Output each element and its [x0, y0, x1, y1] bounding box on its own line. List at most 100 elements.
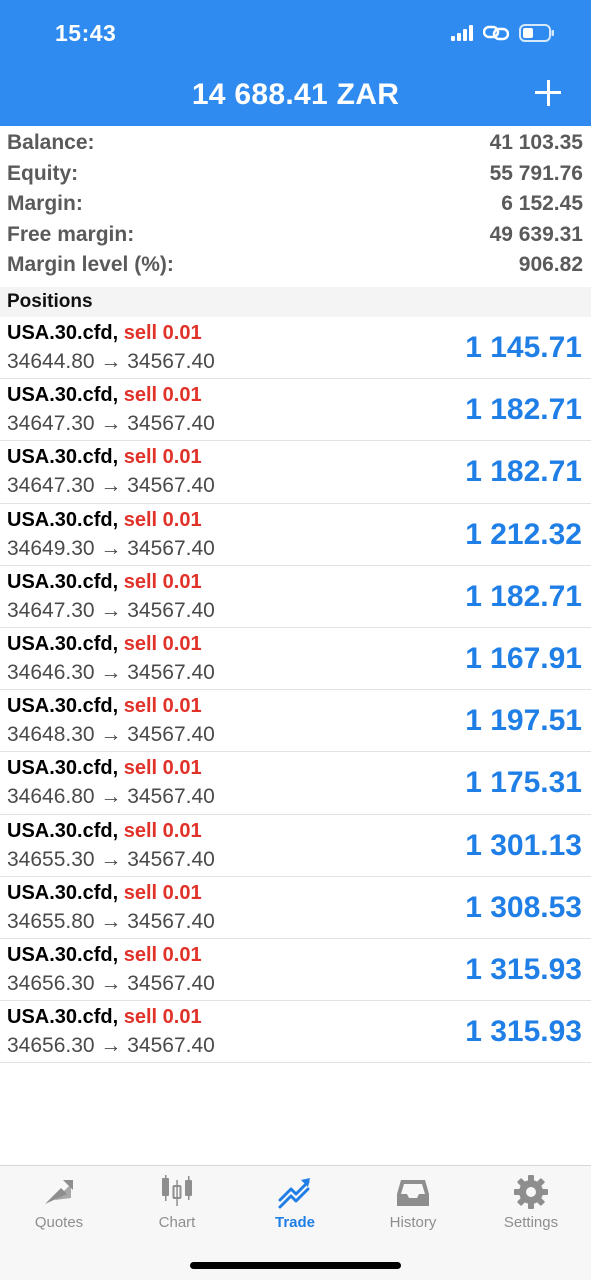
position-side: sell 0.01: [123, 695, 202, 718]
position-profit: 1 308.53: [465, 890, 582, 924]
position-profit: 1 197.51: [465, 704, 582, 738]
position-side: sell 0.01: [123, 632, 202, 655]
position-symbol: USA.30.cfd,: [7, 695, 119, 718]
position-profit: 1 182.71: [465, 455, 582, 489]
top-bar: 15:43 14 688.41 ZAR: [0, 0, 591, 126]
position-row[interactable]: USA.30.cfd, sell 0.01 34655.30 → 34567.4…: [0, 815, 591, 877]
summary-label: Equity:: [7, 161, 79, 185]
settings-icon: [514, 1175, 548, 1209]
tab-settings[interactable]: Settings: [472, 1166, 590, 1246]
position-symbol: USA.30.cfd,: [7, 446, 119, 469]
position-row[interactable]: USA.30.cfd, sell 0.01 34649.30 → 34567.4…: [0, 504, 591, 566]
battery-icon: [519, 24, 554, 42]
quotes-icon: [45, 1180, 73, 1204]
positions-list: USA.30.cfd, sell 0.01 34644.80 → 34567.4…: [0, 317, 591, 1064]
position-symbol: USA.30.cfd,: [7, 881, 119, 904]
position-symbol: USA.30.cfd,: [7, 508, 119, 531]
position-profit: 1 212.32: [465, 517, 582, 551]
position-prices: 34656.30 → 34567.40: [7, 1034, 215, 1058]
position-symbol: USA.30.cfd,: [7, 757, 119, 780]
chart-icon: [162, 1175, 192, 1206]
position-symbol: USA.30.cfd,: [7, 632, 119, 655]
position-prices: 34649.30 → 34567.40: [7, 536, 215, 560]
signal-icon: [451, 25, 473, 41]
position-row[interactable]: USA.30.cfd, sell 0.01 34647.30 → 34567.4…: [0, 566, 591, 628]
position-prices: 34646.30 → 34567.40: [7, 660, 215, 684]
position-side: sell 0.01: [123, 570, 202, 593]
link-icon: [483, 25, 509, 41]
position-symbol: USA.30.cfd,: [7, 384, 119, 407]
position-row[interactable]: USA.30.cfd, sell 0.01 34648.30 → 34567.4…: [0, 690, 591, 753]
position-side: sell 0.01: [123, 508, 202, 531]
positions-header: Positions: [0, 287, 591, 317]
summary-value: 906.82: [518, 253, 583, 277]
position-prices: 34646.80 → 34567.40: [7, 785, 215, 809]
summary-margin-level: Margin level (%): 906.82: [0, 250, 591, 281]
position-side: sell 0.01: [123, 943, 202, 966]
position-row[interactable]: USA.30.cfd, sell 0.01 34647.30 → 34567.4…: [0, 441, 591, 504]
summary-margin: Margin: 6 152.45: [0, 189, 591, 220]
summary-value: 41 103.35: [489, 131, 583, 155]
summary-balance: Balance: 41 103.35: [0, 128, 591, 159]
tab-trade[interactable]: Trade: [236, 1166, 354, 1246]
position-prices: 34647.30 → 34567.40: [7, 412, 215, 436]
position-symbol: USA.30.cfd,: [7, 819, 119, 842]
position-symbol: USA.30.cfd,: [7, 322, 119, 344]
position-prices: 34647.30 → 34567.40: [7, 598, 215, 622]
position-row[interactable]: USA.30.cfd, sell 0.01 34646.80 → 34567.4…: [0, 752, 591, 815]
account-summary: Balance: 41 103.35 Equity: 55 791.76 Mar…: [0, 128, 591, 281]
status-time: 15:43: [55, 20, 117, 46]
history-icon: [397, 1180, 429, 1206]
summary-free-margin: Free margin: 49 639.31: [0, 220, 591, 251]
position-side: sell 0.01: [123, 384, 202, 407]
position-side: sell 0.01: [123, 446, 202, 469]
position-prices: 34655.80 → 34567.40: [7, 909, 215, 933]
position-row[interactable]: USA.30.cfd, sell 0.01 34656.30 → 34567.4…: [0, 1001, 591, 1064]
summary-value: 49 639.31: [489, 222, 583, 246]
position-profit: 1 301.13: [465, 828, 582, 862]
position-profit: 1 182.71: [465, 393, 582, 427]
position-side: sell 0.01: [123, 1006, 202, 1029]
position-row[interactable]: USA.30.cfd, sell 0.01 34644.80 → 34567.4…: [0, 317, 591, 380]
summary-label: Margin:: [7, 192, 83, 216]
position-prices: 34644.80 → 34567.40: [7, 350, 215, 373]
position-profit: 1 315.93: [465, 952, 582, 986]
tab-quotes[interactable]: Quotes: [0, 1166, 118, 1246]
tab-label: Settings: [503, 1214, 559, 1231]
summary-value: 6 152.45: [501, 192, 583, 216]
status-icons: [451, 24, 555, 42]
tab-history[interactable]: History: [354, 1166, 472, 1246]
trade-icon: [278, 1178, 310, 1209]
home-indicator[interactable]: [190, 1262, 401, 1269]
position-prices: 34647.30 → 34567.40: [7, 474, 215, 498]
position-side: sell 0.01: [123, 757, 202, 780]
position-profit: 1 167.91: [465, 641, 582, 675]
tab-label: Chart: [158, 1214, 196, 1231]
position-row[interactable]: USA.30.cfd, sell 0.01 34647.30 → 34567.4…: [0, 379, 591, 442]
position-prices: 34655.30 → 34567.40: [7, 847, 215, 871]
position-symbol: USA.30.cfd,: [7, 570, 119, 593]
position-side: sell 0.01: [123, 819, 202, 842]
summary-label: Free margin:: [7, 222, 135, 246]
position-row[interactable]: USA.30.cfd, sell 0.01 34656.30 → 34567.4…: [0, 939, 591, 1002]
tab-label: Trade: [274, 1214, 316, 1231]
position-row[interactable]: USA.30.cfd, sell 0.01 34655.80 → 34567.4…: [0, 877, 591, 939]
summary-value: 55 791.76: [489, 161, 583, 185]
position-prices: 34656.30 → 34567.40: [7, 971, 215, 995]
position-symbol: USA.30.cfd,: [7, 943, 119, 966]
position-profit: 1 175.31: [465, 766, 582, 800]
position-prices: 34648.30 → 34567.40: [7, 723, 215, 747]
position-profit: 1 315.93: [465, 1015, 582, 1049]
summary-label: Margin level (%):: [7, 253, 174, 277]
position-row[interactable]: USA.30.cfd, sell 0.01 34646.30 → 34567.4…: [0, 628, 591, 691]
tab-label: Quotes: [34, 1214, 84, 1231]
plus-icon[interactable]: [535, 80, 561, 106]
position-symbol: USA.30.cfd,: [7, 1006, 119, 1029]
position-side: sell 0.01: [123, 881, 202, 904]
summary-equity: Equity: 55 791.76: [0, 159, 591, 190]
summary-label: Balance:: [7, 131, 95, 155]
position-profit: 1 145.71: [465, 331, 582, 364]
position-profit: 1 182.71: [465, 579, 582, 613]
tab-label: History: [389, 1214, 437, 1231]
tab-chart[interactable]: Chart: [118, 1166, 236, 1246]
